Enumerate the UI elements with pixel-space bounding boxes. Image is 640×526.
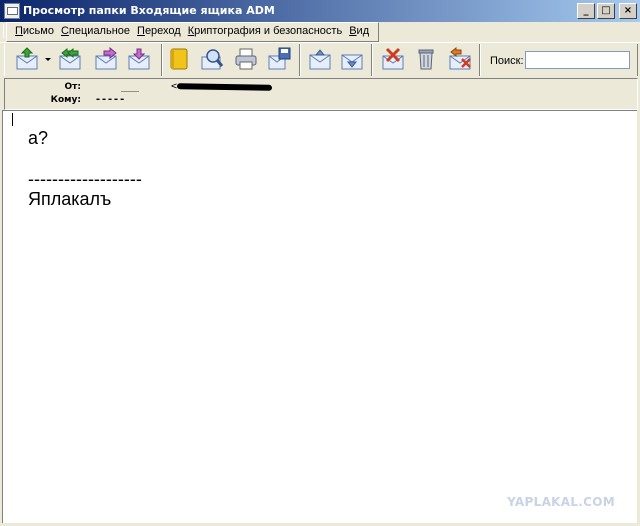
menu-items: Письмо Специальное Переход Криптография …	[6, 22, 380, 42]
find-icon	[201, 49, 224, 70]
signature-separator: -------------------	[28, 169, 142, 189]
title-bar[interactable]: Просмотр папки Входящие ящика ADM _ □ ×	[0, 0, 640, 22]
find-button[interactable]	[200, 47, 224, 71]
from-name[interactable]: ___	[121, 81, 139, 92]
message-line: а?	[28, 128, 49, 148]
print-icon	[235, 48, 257, 70]
get-mail-button[interactable]	[15, 47, 39, 71]
print-button[interactable]	[234, 47, 258, 71]
menu-item-view[interactable]: Вид	[347, 23, 374, 41]
menu-bar: Письмо Специальное Переход Криптография …	[0, 22, 640, 42]
delete-mail-button[interactable]	[381, 47, 405, 71]
previous-mail-button[interactable]	[308, 47, 332, 71]
move-mail-icon	[128, 48, 150, 70]
message-body[interactable]: а? ------------------- Яплакалъ YAPLAKAL…	[2, 110, 637, 523]
to-value[interactable]: -----	[95, 94, 125, 105]
reply-all-icon	[59, 47, 81, 70]
menu-item-special[interactable]: Специальное	[59, 23, 135, 41]
window-controls: _ □ ×	[577, 3, 637, 19]
menu-item-go[interactable]: Переход	[135, 23, 186, 41]
save-mail-button[interactable]	[267, 47, 291, 71]
menu-item-crypto[interactable]: Криптография и безопасность	[186, 23, 347, 41]
next-mail-button[interactable]	[340, 47, 364, 71]
reply-all-button[interactable]	[58, 47, 82, 71]
minimize-button[interactable]: _	[577, 3, 595, 19]
menu-item-letter[interactable]: Письмо	[13, 23, 59, 41]
forward-button[interactable]	[94, 47, 118, 71]
site-watermark: YAPLAKAL.COM	[507, 495, 615, 509]
message-header: От: ___ < Кому: -----	[4, 78, 638, 110]
move-mail-button[interactable]	[127, 47, 151, 71]
previous-mail-icon	[309, 49, 331, 70]
forward-icon	[95, 47, 117, 70]
close-button[interactable]: ×	[619, 3, 637, 19]
maximize-button[interactable]: □	[597, 3, 615, 19]
redacted-sender-address	[176, 83, 273, 91]
app-window-icon	[4, 3, 20, 19]
trash-icon	[418, 49, 434, 70]
search-input[interactable]	[525, 51, 630, 69]
window-title: Просмотр папки Входящие ящика ADM	[23, 4, 275, 17]
save-mail-icon	[268, 47, 291, 70]
next-mail-icon	[341, 54, 363, 70]
search-label: Поиск:	[490, 55, 524, 67]
delete-reply-button[interactable]	[448, 47, 472, 71]
get-mail-icon	[16, 47, 38, 70]
toolbar: Поиск:	[0, 42, 640, 79]
address-book-icon	[170, 48, 188, 70]
from-label: От:	[64, 82, 81, 92]
delete-mail-icon	[382, 47, 404, 70]
text-caret	[12, 113, 13, 126]
chevron-down-icon[interactable]	[45, 58, 51, 61]
address-book-button[interactable]	[167, 47, 191, 71]
trash-button[interactable]	[414, 47, 438, 71]
delete-reply-icon	[449, 47, 471, 70]
to-label: Кому:	[50, 95, 81, 105]
signature-text: Яплакалъ	[28, 189, 112, 209]
